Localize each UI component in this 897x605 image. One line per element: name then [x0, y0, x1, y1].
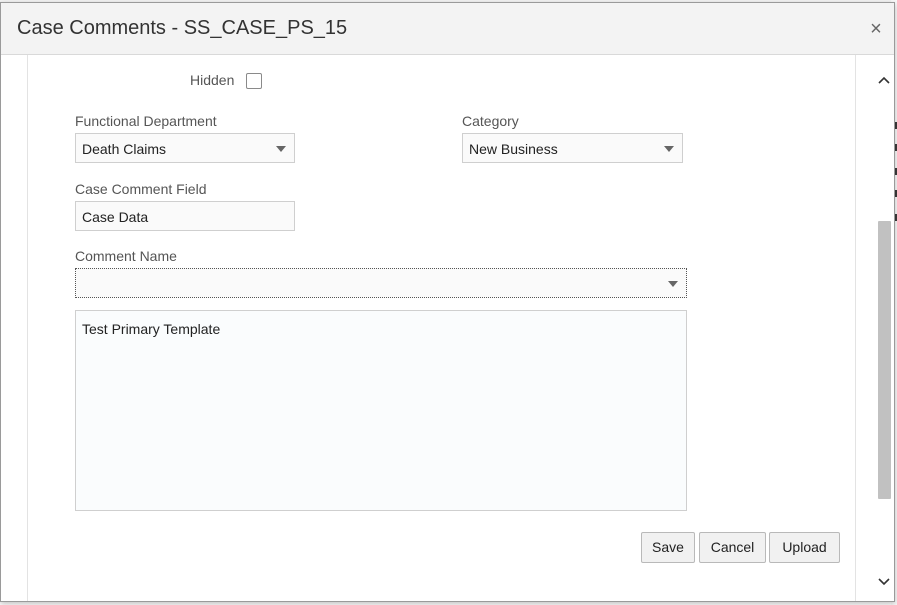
scrollbar-thumb[interactable]: [878, 221, 891, 499]
hidden-checkbox[interactable]: [246, 73, 262, 89]
dialog-title: Case Comments - SS_CASE_PS_15: [17, 17, 348, 39]
save-button[interactable]: Save: [641, 532, 695, 563]
functional-department-label: Functional Department: [75, 113, 217, 129]
chevron-down-icon: [664, 146, 674, 152]
scroll-up-icon[interactable]: [874, 69, 894, 89]
category-value: New Business: [469, 141, 558, 157]
case-comment-field-label: Case Comment Field: [75, 181, 207, 197]
vertical-scrollbar[interactable]: [874, 55, 894, 601]
dialog-body: Hidden Functional Department Death Claim…: [27, 55, 856, 601]
case-comment-field-value: Case Data: [82, 209, 149, 225]
category-label: Category: [462, 113, 519, 129]
upload-button[interactable]: Upload: [769, 532, 840, 563]
hidden-label: Hidden: [190, 72, 235, 88]
scroll-down-icon[interactable]: [874, 571, 894, 591]
comment-text: Test Primary Template: [82, 321, 221, 337]
chevron-down-icon: [668, 281, 678, 287]
chevron-down-icon: [276, 146, 286, 152]
comment-name-select[interactable]: [75, 268, 687, 298]
close-icon[interactable]: ×: [866, 19, 886, 39]
dialog-header: Case Comments - SS_CASE_PS_15 ×: [1, 3, 894, 55]
comment-name-label: Comment Name: [75, 248, 177, 264]
functional-department-select[interactable]: Death Claims: [75, 133, 295, 163]
cancel-button[interactable]: Cancel: [699, 532, 766, 563]
category-select[interactable]: New Business: [462, 133, 683, 163]
case-comment-field-input[interactable]: Case Data: [75, 201, 295, 231]
case-comments-dialog: Case Comments - SS_CASE_PS_15 × Hidden F…: [0, 2, 895, 602]
functional-department-value: Death Claims: [82, 141, 167, 157]
comment-textarea[interactable]: Test Primary Template: [75, 310, 687, 511]
